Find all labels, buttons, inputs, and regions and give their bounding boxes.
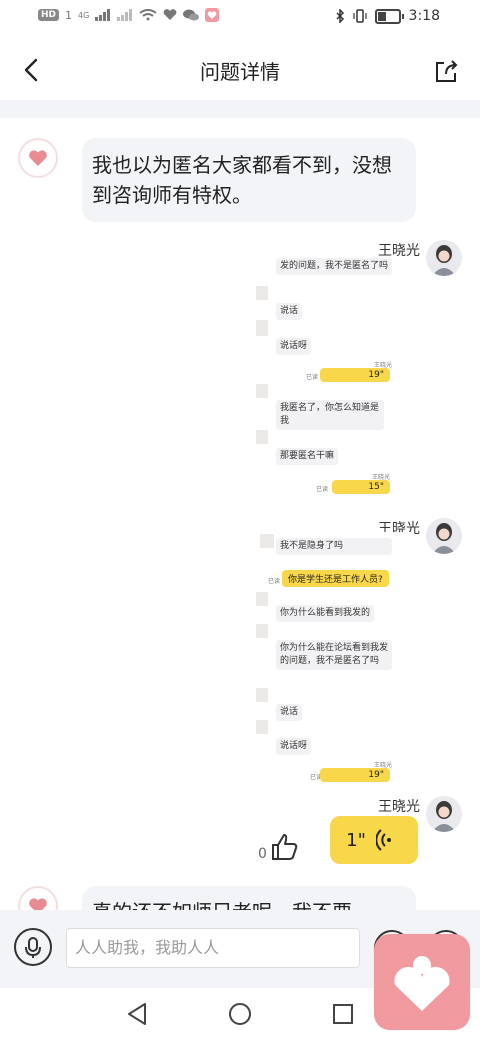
clock: 3:18 bbox=[408, 8, 440, 24]
shot-read-label: 已读 bbox=[268, 578, 281, 585]
signal-2-icon bbox=[117, 9, 133, 21]
app-status-icon bbox=[205, 8, 220, 22]
wifi-icon bbox=[139, 9, 157, 21]
shot-line: 说话 bbox=[276, 704, 303, 721]
voice-wave-icon bbox=[375, 829, 391, 851]
portrait-icon bbox=[426, 796, 462, 832]
shot-line: 说话 bbox=[276, 303, 303, 320]
battery-icon bbox=[374, 8, 404, 24]
portrait-icon bbox=[426, 240, 462, 276]
voice-duration: 1" bbox=[346, 829, 366, 851]
sim-badge: 1 bbox=[65, 8, 73, 22]
chat-screenshot-image[interactable]: 我不是隐身了吗 已读 你是学生还是工作人员? 你为什么能看到我发的 你为什么能在… bbox=[250, 532, 410, 782]
nav-home-icon[interactable] bbox=[228, 1002, 252, 1026]
shot-read-label: 已读 bbox=[316, 486, 329, 493]
like-button[interactable]: 0 bbox=[258, 832, 299, 862]
like-count: 0 bbox=[258, 846, 267, 862]
shot-read-label: 已读 bbox=[306, 374, 319, 381]
share-icon[interactable] bbox=[434, 58, 460, 84]
comment-bubble: 我也以为匿名大家都看不到，没想到咨询师有特权。 bbox=[82, 138, 416, 222]
status-left: HD 1 4G bbox=[38, 8, 220, 22]
portrait-icon bbox=[426, 518, 462, 554]
voice-message-button[interactable]: 1" bbox=[330, 816, 418, 864]
shot-line: 你为什么能看到我发的 bbox=[276, 605, 375, 622]
author-avatar[interactable] bbox=[426, 796, 462, 832]
shot-line: 发的问题，我不是匿名了吗 bbox=[276, 258, 392, 275]
section-divider bbox=[0, 100, 480, 118]
network-badge: 4G bbox=[78, 10, 90, 20]
shot-voice: 19" bbox=[320, 368, 390, 382]
nav-back-icon[interactable] bbox=[126, 1002, 148, 1026]
vibrate-icon bbox=[352, 9, 367, 23]
shot-line: 说话呀 bbox=[276, 738, 312, 755]
floating-app-button[interactable] bbox=[374, 934, 470, 1030]
author-avatar[interactable] bbox=[426, 240, 462, 276]
shot-line: 我不是隐身了吗 bbox=[276, 538, 392, 555]
signal-icon bbox=[95, 9, 111, 21]
anonymous-avatar[interactable] bbox=[18, 138, 58, 178]
author-name: 王晓光 bbox=[378, 799, 420, 815]
microphone-icon bbox=[25, 937, 41, 958]
shot-line: 说话呀 bbox=[276, 338, 312, 355]
shot-line: 你为什么能在论坛看到我发的问题，我不是匿名了吗 bbox=[276, 640, 392, 670]
shot-line: 那要匿名干嘛 bbox=[276, 448, 339, 465]
status-right: 3:18 bbox=[335, 8, 440, 24]
hd-badge: HD bbox=[38, 9, 60, 21]
app-header: 问题详情 bbox=[0, 36, 480, 100]
heart-logo-icon bbox=[394, 956, 450, 1011]
nav-recent-icon[interactable] bbox=[332, 1003, 354, 1025]
page-title: 问题详情 bbox=[200, 60, 280, 84]
heart-avatar-icon bbox=[29, 150, 47, 166]
shot-question: 你是学生还是工作人员? bbox=[282, 570, 389, 587]
chat-screenshot-image[interactable]: 发的问题，我不是匿名了吗 说话 说话呀 王晓光 已读 19" 我匿名了，你怎么知… bbox=[250, 256, 410, 498]
thumbs-up-icon bbox=[271, 834, 298, 860]
shot-voice: 15" bbox=[332, 480, 390, 494]
heart-status-icon bbox=[163, 9, 177, 20]
wechat-icon bbox=[183, 9, 200, 21]
comment-input[interactable]: 人人助我，我助人人 bbox=[66, 928, 360, 968]
status-bar: HD 1 4G 3:18 bbox=[0, 0, 480, 36]
microphone-button[interactable] bbox=[14, 928, 52, 966]
shot-line: 我匿名了，你怎么知道是我 bbox=[276, 400, 384, 430]
shot-voice: 19" bbox=[320, 768, 390, 782]
author-avatar[interactable] bbox=[426, 518, 462, 554]
bluetooth-icon bbox=[336, 9, 344, 23]
